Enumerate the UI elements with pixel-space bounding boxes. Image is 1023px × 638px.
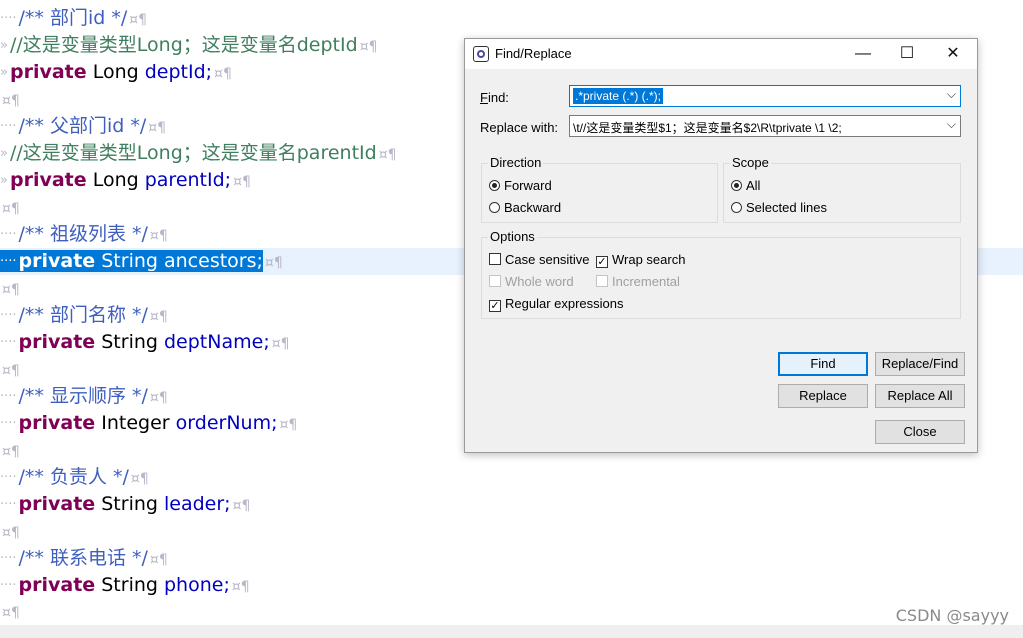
- code-line[interactable]: ····/** 负责人 */¤¶: [0, 464, 149, 491]
- code-line[interactable]: »//这是变量类型Long；这是变量名deptId ¤¶: [0, 32, 378, 59]
- minimize-button[interactable]: —: [841, 39, 885, 69]
- forward-radio[interactable]: Forward: [489, 178, 552, 193]
- javadoc-comment: /** 部门id */: [18, 7, 128, 29]
- case-sensitive-checkbox[interactable]: Case sensitive: [489, 252, 590, 267]
- javadoc-comment: /** 联系电话 */: [18, 547, 148, 569]
- chevron-down-icon[interactable]: ⌵: [947, 87, 956, 102]
- watermark: CSDN @sayyy: [895, 606, 1009, 625]
- replace-combo[interactable]: \t//这是变量类型$1；这是变量名$2\R\tprivate \1 \2; ⌵: [569, 115, 961, 137]
- code-line[interactable]: ¤¶: [0, 437, 20, 464]
- replace-with-label: Replace with:: [480, 120, 559, 135]
- checkmark-icon: ✓: [596, 256, 608, 268]
- radio-icon: [489, 180, 500, 191]
- radio-icon: [731, 180, 742, 191]
- dialog-titlebar[interactable]: Find/Replace — ☐ ✕: [465, 39, 977, 69]
- code-line[interactable]: ¤¶: [0, 194, 20, 221]
- eclipse-icon: [473, 46, 489, 62]
- scope-group: Scope All Selected lines: [723, 155, 961, 223]
- direction-group: Direction Forward Backward: [481, 155, 718, 223]
- code-line[interactable]: ¤¶: [0, 356, 20, 383]
- checkbox-icon: [596, 275, 608, 287]
- code-line[interactable]: ¤¶: [0, 598, 20, 625]
- options-group: Options Case sensitive ✓ Wrap search Whol…: [481, 229, 961, 319]
- find-label: Find:: [480, 90, 509, 105]
- options-title: Options: [488, 229, 537, 244]
- code-line[interactable]: ····/** 显示顺序 */¤¶: [0, 383, 168, 410]
- find-input[interactable]: .*private (.*) (.*);: [573, 88, 664, 104]
- code-line[interactable]: ···· private Integer orderNum; ¤¶: [0, 410, 297, 437]
- checkbox-icon: [489, 253, 501, 265]
- find-combo[interactable]: .*private (.*) (.*); ⌵: [569, 85, 961, 107]
- javadoc-comment: /** 父部门id */: [18, 115, 147, 137]
- javadoc-comment: /** 祖级列表 */: [18, 223, 148, 245]
- code-line[interactable]: ···· private String deptName; ¤¶: [0, 329, 290, 356]
- chevron-down-icon[interactable]: ⌵: [947, 117, 956, 132]
- code-line[interactable]: ···· private String leader; ¤¶: [0, 491, 250, 518]
- horizontal-scrollbar[interactable]: [0, 625, 1023, 638]
- incremental-checkbox: Incremental: [596, 274, 680, 289]
- javadoc-comment: /** 负责人 */: [18, 466, 129, 488]
- code-line[interactable]: ····/** 联系电话 */¤¶: [0, 545, 168, 572]
- scope-title: Scope: [730, 155, 771, 170]
- code-line[interactable]: ····/** 父部门id */¤¶: [0, 113, 166, 140]
- javadoc-comment: /** 显示顺序 */: [18, 385, 148, 407]
- javadoc-comment: /** 部门名称 */: [18, 304, 148, 326]
- wrap-search-checkbox[interactable]: ✓ Wrap search: [596, 252, 685, 268]
- code-line[interactable]: ···· private String phone; ¤¶: [0, 572, 250, 599]
- replace-input[interactable]: \t//这是变量类型$1；这是变量名$2\R\tprivate \1 \2;: [573, 119, 842, 136]
- code-line[interactable]: ····/** 部门id */¤¶: [0, 5, 147, 32]
- line-comment: //这是变量类型Long；这是变量名parentId: [9, 142, 377, 164]
- dialog-title: Find/Replace: [495, 46, 572, 61]
- direction-title: Direction: [488, 155, 544, 170]
- replace-all-button[interactable]: Replace All: [875, 384, 965, 408]
- radio-icon: [731, 202, 742, 213]
- checkbox-icon: [489, 275, 501, 287]
- close-window-button[interactable]: ✕: [931, 39, 975, 69]
- radio-icon: [489, 202, 500, 213]
- code-line[interactable]: »//这是变量类型Long；这是变量名parentId ¤¶: [0, 140, 397, 167]
- replace-button[interactable]: Replace: [778, 384, 868, 408]
- backward-radio[interactable]: Backward: [489, 200, 561, 215]
- code-line[interactable]: ¤¶: [0, 86, 20, 113]
- code-line[interactable]: » private Long parentId; ¤¶: [0, 167, 251, 194]
- replace-find-button[interactable]: Replace/Find: [875, 352, 965, 376]
- scope-all-radio[interactable]: All: [731, 178, 760, 193]
- text-selection[interactable]: ···· private String ancestors;: [0, 250, 263, 272]
- whole-word-checkbox: Whole word: [489, 274, 574, 289]
- code-line[interactable]: ····/** 部门名称 */¤¶: [0, 302, 168, 329]
- find-button[interactable]: Find: [778, 352, 868, 376]
- close-button[interactable]: Close: [875, 420, 965, 444]
- line-comment: //这是变量类型Long；这是变量名deptId: [9, 34, 358, 56]
- code-line[interactable]: » private Long deptId; ¤¶: [0, 59, 232, 86]
- code-line[interactable]: ¤¶: [0, 275, 20, 302]
- code-line-selected[interactable]: ···· private String ancestors; ¤¶: [0, 248, 283, 275]
- checkmark-icon: ✓: [489, 300, 501, 312]
- maximize-button[interactable]: ☐: [885, 39, 929, 69]
- regular-expressions-checkbox[interactable]: ✓ Regular expressions: [489, 296, 624, 312]
- code-line[interactable]: ¤¶: [0, 518, 20, 545]
- code-line[interactable]: ····/** 祖级列表 */¤¶: [0, 221, 168, 248]
- selected-lines-radio[interactable]: Selected lines: [731, 200, 827, 215]
- find-replace-dialog[interactable]: Find/Replace — ☐ ✕ Find: .*private (.*) …: [464, 38, 978, 453]
